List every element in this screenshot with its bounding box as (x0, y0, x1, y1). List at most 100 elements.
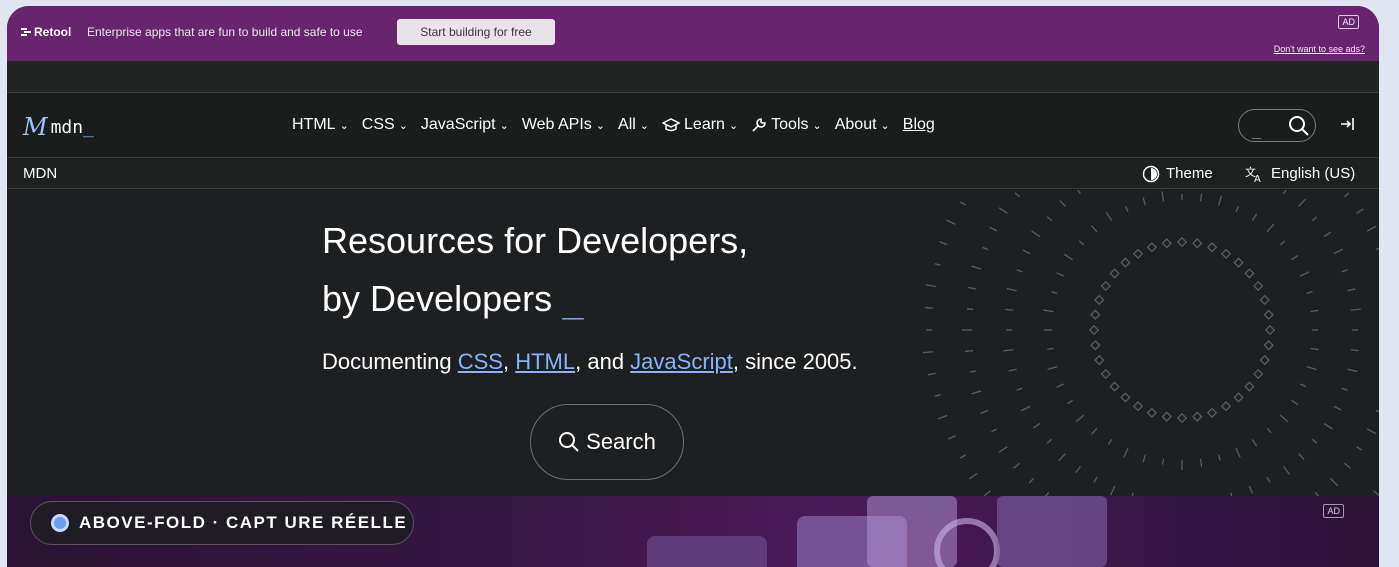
art-mark (1075, 465, 1082, 474)
art-mark (1056, 272, 1065, 277)
art-mark (971, 265, 982, 270)
art-mark (1259, 294, 1270, 306)
search-toggle[interactable]: _ (1238, 109, 1316, 142)
art-mark (1206, 407, 1218, 418)
art-mark (1199, 458, 1203, 467)
art-mark (937, 414, 948, 420)
nav-item-tools[interactable]: Tools ⌄ (751, 116, 822, 134)
language-switcher[interactable]: 文A English (US) (1245, 165, 1355, 183)
chevron-down-icon: ⌄ (499, 119, 509, 132)
hero-title-line1: Resources for Developers, (322, 220, 749, 261)
theme-switcher[interactable]: Theme (1142, 165, 1213, 183)
art-mark (1266, 223, 1275, 233)
ad-badge: AD (1323, 504, 1344, 518)
html-link[interactable]: HTML (515, 349, 575, 374)
nav-item-label: Web APIs (521, 116, 592, 133)
art-mark (1056, 383, 1065, 388)
art-mark (1218, 454, 1221, 461)
art-mark (1031, 230, 1041, 238)
art-mark (1347, 368, 1358, 373)
search-icon (559, 432, 579, 452)
art-mark (1076, 190, 1082, 195)
css-link[interactable]: CSS (458, 349, 503, 374)
art-mark (1043, 309, 1054, 313)
art-mark (1075, 414, 1085, 423)
art-mark (1356, 208, 1364, 214)
art-mark (1100, 368, 1111, 380)
hero-search-button[interactable]: Search (530, 404, 684, 480)
art-mark (1120, 257, 1131, 268)
art-mark (1244, 268, 1255, 279)
ad-copy: Enterprise apps that are fun to build an… (87, 25, 363, 39)
art-mark (982, 246, 989, 251)
art-mark (1310, 309, 1319, 313)
capture-label-pill: ABOVE-FOLD · CAPT URE RÉELLE (30, 501, 414, 545)
retool-icon (21, 28, 31, 36)
retool-logo[interactable]: Retool (21, 25, 71, 39)
login-icon[interactable] (1339, 115, 1357, 133)
breadcrumb-mdn[interactable]: MDN (23, 165, 57, 182)
nav-item-web-apis[interactable]: Web APIs ⌄ (522, 116, 605, 134)
art-mark (1016, 269, 1023, 273)
art-mark (1253, 368, 1264, 380)
art-mark (1090, 340, 1101, 351)
art-mark (1206, 242, 1218, 253)
art-mark (1013, 462, 1021, 469)
retool-brand-text: Retool (34, 25, 72, 39)
art-mark (1375, 409, 1379, 413)
art-mark (939, 241, 948, 246)
status-dot-icon (51, 514, 69, 532)
theme-icon (1142, 165, 1160, 183)
chevron-down-icon: ⌄ (728, 119, 739, 132)
graduation-cap-icon (662, 118, 681, 132)
nav-item-blog[interactable]: Blog (903, 116, 935, 134)
breadcrumb-bar: MDN Theme 文A English (US) (7, 159, 1379, 189)
javascript-link[interactable]: JavaScript (630, 349, 733, 374)
nav-item-html[interactable]: HTML ⌄ (292, 116, 349, 134)
art-mark (1059, 200, 1066, 207)
chevron-down-icon: ⌄ (339, 119, 349, 132)
art-mark (1299, 383, 1306, 388)
art-mark (1146, 407, 1158, 418)
nav-item-javascript[interactable]: JavaScript ⌄ (421, 116, 509, 134)
art-mark (1162, 458, 1165, 465)
art-mark (1220, 401, 1232, 412)
art-mark (966, 308, 974, 311)
art-mark (1253, 280, 1264, 292)
art-mark (1161, 191, 1165, 202)
art-mark (1291, 254, 1299, 261)
art-mark (1192, 238, 1203, 249)
language-label: English (US) (1271, 165, 1356, 182)
logo-cursor: _ (83, 116, 94, 138)
nav-item-about[interactable]: About ⌄ (835, 116, 890, 134)
nav-item-all[interactable]: All ⌄ (618, 116, 649, 134)
nav-item-learn[interactable]: Learn ⌄ (662, 116, 738, 134)
nav-item-label: CSS (361, 116, 395, 133)
art-mark (1008, 368, 1017, 372)
art-mark (970, 370, 977, 373)
art-mark (1176, 412, 1188, 424)
art-mark (959, 201, 966, 206)
dont-want-ads-link[interactable]: Don't want to see ads? (1274, 44, 1365, 54)
art-mark (1032, 422, 1041, 429)
hero-decorative-art (922, 190, 1379, 496)
art-mark (1306, 366, 1317, 371)
art-mark (1051, 291, 1058, 294)
top-strip (7, 61, 1379, 93)
hero-subtitle: Documenting CSS, HTML, and JavaScript, s… (322, 349, 858, 375)
nav-item-label: All (618, 116, 636, 133)
art-mark (1063, 253, 1073, 261)
nav-item-css[interactable]: CSS ⌄ (362, 116, 408, 134)
start-building-button[interactable]: Start building for free (397, 19, 555, 45)
art-mark (1016, 387, 1023, 391)
art-mark (1251, 439, 1258, 447)
search-cursor: _ (1252, 120, 1262, 139)
art-mark (1047, 347, 1054, 350)
art-mark (1014, 192, 1021, 198)
art-mark (1124, 206, 1129, 213)
mdn-logo[interactable]: M mdn _ (23, 113, 94, 141)
art-mark (1323, 422, 1333, 430)
nav-item-label: Learn (684, 116, 725, 133)
art-mark (1298, 453, 1305, 460)
art-mark (934, 263, 941, 266)
